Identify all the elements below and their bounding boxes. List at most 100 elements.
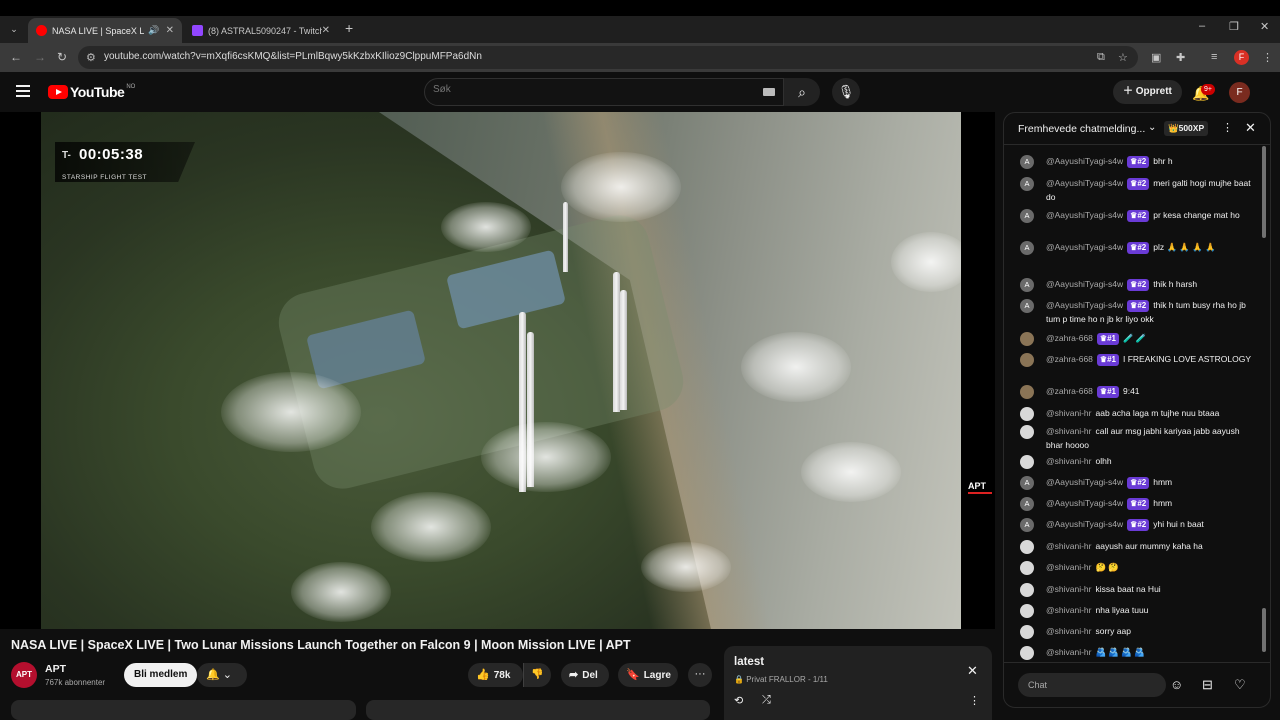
maximize-icon[interactable]: ❐ [1229,20,1239,33]
playlist-close-icon[interactable]: ✕ [967,663,978,679]
chat-author-name[interactable]: @shivani-hr [1046,456,1091,466]
chat-author-avatar[interactable]: A [1020,209,1034,223]
browser-menu-icon[interactable]: ⋮ [1262,51,1273,64]
more-actions-button[interactable]: ··· [688,663,712,687]
chat-author-avatar[interactable] [1020,646,1034,660]
url-text[interactable]: youtube.com/watch?v=mXqfi6csKMQ&list=PLm… [104,51,482,62]
tab-search-chevron-icon[interactable]: ⌄ [6,21,22,37]
minimize-icon[interactable]: – [1199,20,1205,32]
chat-author-avatar[interactable]: A [1020,497,1034,511]
create-button[interactable]: ＋ Opprett [1113,80,1182,104]
chat-author-name[interactable]: @shivani-hr [1046,626,1091,636]
chat-author-name[interactable]: @shivani-hr [1046,605,1091,615]
chat-author-avatar[interactable] [1020,583,1034,597]
chat-author-avatar[interactable] [1020,385,1034,399]
chat-scrollbar[interactable] [1262,146,1266,662]
puzzle-icon[interactable]: ✚ [1176,51,1185,64]
scroll-thumb[interactable] [1262,146,1266,238]
chat-author-avatar[interactable] [1020,425,1034,439]
chat-author-name[interactable]: @zahra-668 [1046,386,1093,396]
chat-author-name[interactable]: @AayushiTyagi-s4w [1046,156,1123,166]
chat-author-avatar[interactable]: A [1020,177,1034,191]
dislike-button[interactable]: 👎 [523,663,551,687]
chat-author-name[interactable]: @shivani-hr [1046,562,1091,572]
back-icon[interactable]: ← [10,50,22,64]
chat-author-name[interactable]: @shivani-hr [1046,584,1091,594]
reload-icon[interactable]: ↻ [57,50,67,64]
chat-author-avatar[interactable] [1020,625,1034,639]
site-info-icon[interactable]: ⚙ [86,51,96,64]
address-bar[interactable]: ⚙ youtube.com/watch?v=mXqfi6csKMQ&list=P… [78,46,1138,69]
chat-author-avatar[interactable]: A [1020,518,1034,532]
chat-author-avatar[interactable]: A [1020,278,1034,292]
search-box[interactable] [424,78,784,106]
chat-author-avatar[interactable]: A [1020,299,1034,313]
chat-author-avatar[interactable]: A [1020,155,1034,169]
chat-author-name[interactable]: @AayushiTyagi-s4w [1046,242,1123,252]
forward-icon[interactable]: → [34,50,46,64]
install-app-icon[interactable]: ⧉ [1097,51,1105,64]
description-box[interactable] [11,700,356,720]
chat-close-icon[interactable]: ✕ [1245,120,1256,136]
save-button[interactable]: 🔖 Lagre [618,663,678,687]
keyboard-icon[interactable] [763,88,775,96]
video-frame[interactable] [41,112,961,629]
chat-author-name[interactable]: @AayushiTyagi-s4w [1046,477,1123,487]
chevron-down-icon[interactable]: ⌄ [1148,122,1156,133]
channel-avatar[interactable]: APT [11,662,37,688]
shuffle-icon[interactable]: ⤮ [762,694,771,707]
chat-author-name[interactable]: @shivani-hr [1046,541,1091,551]
youtube-logo[interactable]: YouTube NO [48,84,135,100]
chat-author-name[interactable]: @AayushiTyagi-s4w [1046,498,1123,508]
chat-author-name[interactable]: @shivani-hr [1046,408,1091,418]
channel-name[interactable]: APT [45,663,66,675]
chat-author-name[interactable]: @AayushiTyagi-s4w [1046,178,1123,188]
speaker-icon[interactable]: 🔊 [148,25,159,36]
join-button[interactable]: Bli medlem [124,663,198,687]
emoji-icon[interactable]: ☺ [1170,677,1183,692]
chat-author-avatar[interactable] [1020,455,1034,469]
search-input[interactable] [433,84,753,95]
chat-author-avatar[interactable]: A [1020,241,1034,255]
tab-close-icon[interactable]: ✕ [166,25,174,36]
extension-icon[interactable]: ▣ [1151,51,1161,64]
playlist-menu-icon[interactable]: ⋮ [969,694,980,707]
chat-mode-title[interactable]: Fremhevede chatmelding... [1018,123,1145,135]
video-player[interactable]: T- 00:05:38 STARSHIP FLIGHT TEST [0,112,995,629]
chat-author-name[interactable]: @AayushiTyagi-s4w [1046,210,1123,220]
account-avatar[interactable]: F [1229,82,1250,103]
tab-twitch[interactable]: (8) ASTRAL5090247 - Twitch ✕ [184,18,338,43]
loop-icon[interactable]: ⟲ [734,694,743,707]
chat-author-avatar[interactable] [1020,604,1034,618]
chat-author-name[interactable]: @zahra-668 [1046,333,1093,343]
window-close-icon[interactable]: ✕ [1260,20,1269,33]
chat-author-name[interactable]: @shivani-hr [1046,426,1091,436]
chat-author-name[interactable]: @shivani-hr [1046,647,1091,657]
search-button[interactable]: ⌕ [784,78,820,106]
xp-badge[interactable]: 👑500XP [1164,121,1209,136]
description-box[interactable] [366,700,710,720]
playlist-title[interactable]: latest [734,656,764,668]
like-button[interactable]: 👍 78k [468,663,523,687]
chat-author-name[interactable]: @AayushiTyagi-s4w [1046,519,1123,529]
chat-author-avatar[interactable] [1020,407,1034,421]
chat-author-name[interactable]: @zahra-668 [1046,354,1093,364]
super-chat-icon[interactable]: ⊟ [1202,677,1213,693]
share-button[interactable]: ➦ Del [561,663,609,687]
heart-icon[interactable]: ♡ [1234,677,1246,693]
menu-icon[interactable] [16,85,30,100]
chat-menu-icon[interactable]: ⋮ [1222,121,1233,134]
chat-author-avatar[interactable] [1020,332,1034,346]
chat-author-avatar[interactable]: A [1020,476,1034,490]
bookmark-star-icon[interactable]: ☆ [1118,51,1128,64]
channel-watermark[interactable]: APT [968,481,992,499]
chat-author-name[interactable]: @AayushiTyagi-s4w [1046,279,1123,289]
browser-profile-avatar[interactable]: F [1234,50,1249,65]
chat-author-name[interactable]: @AayushiTyagi-s4w [1046,300,1123,310]
subscription-bell-button[interactable]: 🔔 ⌄ [197,663,247,687]
scroll-thumb[interactable] [1262,608,1266,652]
tab-close-icon[interactable]: ✕ [322,25,330,36]
chat-author-avatar[interactable] [1020,561,1034,575]
chat-author-avatar[interactable] [1020,353,1034,367]
new-tab-button[interactable]: + [345,20,353,36]
